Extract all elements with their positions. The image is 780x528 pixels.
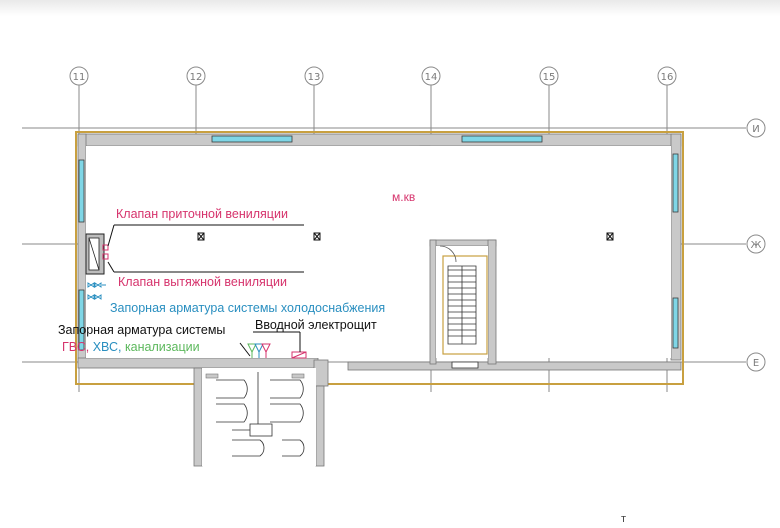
axis-label-13: 13 <box>308 72 321 83</box>
watermark-glyph: т <box>621 513 627 525</box>
axis-label-12: 12 <box>190 72 203 83</box>
cold-water-valves-annotation: Запорная арматура системы холодоснабжени… <box>110 301 386 315</box>
cold-water-label: ХВС, <box>92 340 122 354</box>
window-top-1 <box>211 135 293 143</box>
supply-valve-annotation: Клапан приточной вениляции <box>116 207 288 221</box>
window-left-1 <box>78 159 85 223</box>
room-area-label: м.кв <box>392 190 416 204</box>
lower-annex <box>193 367 325 467</box>
axis-label-15: 15 <box>543 72 556 83</box>
axis-label-11: 11 <box>73 72 86 83</box>
window-right-1 <box>672 153 679 213</box>
axis-label-zh: Ж <box>751 240 762 251</box>
ventilation-shaft <box>85 233 105 275</box>
shutoff-valves-annotation: Запорная арматура системы <box>58 323 226 337</box>
floor-plan: 11 12 13 14 15 16 И Ж Е <box>22 66 766 467</box>
column-13 <box>313 359 329 387</box>
electrical-panel-annotation: Вводной электрощит <box>255 318 377 332</box>
axis-label-14: 14 <box>425 72 438 83</box>
sewerage-label: канализации <box>124 340 200 354</box>
shutoff-systems-list: ГВС, ХВС, канализации <box>62 340 200 354</box>
axis-label-16: 16 <box>661 72 674 83</box>
hot-water-label: ГВС, <box>62 340 90 354</box>
axis-label-e: Е <box>753 358 759 369</box>
window-top-2 <box>461 135 543 143</box>
exhaust-valve-annotation: Клапан вытяжной вениляции <box>118 275 287 289</box>
stair-core <box>429 239 497 369</box>
axis-label-i: И <box>752 124 759 135</box>
window-right-2 <box>672 297 679 349</box>
stair-exit-door <box>451 361 479 369</box>
